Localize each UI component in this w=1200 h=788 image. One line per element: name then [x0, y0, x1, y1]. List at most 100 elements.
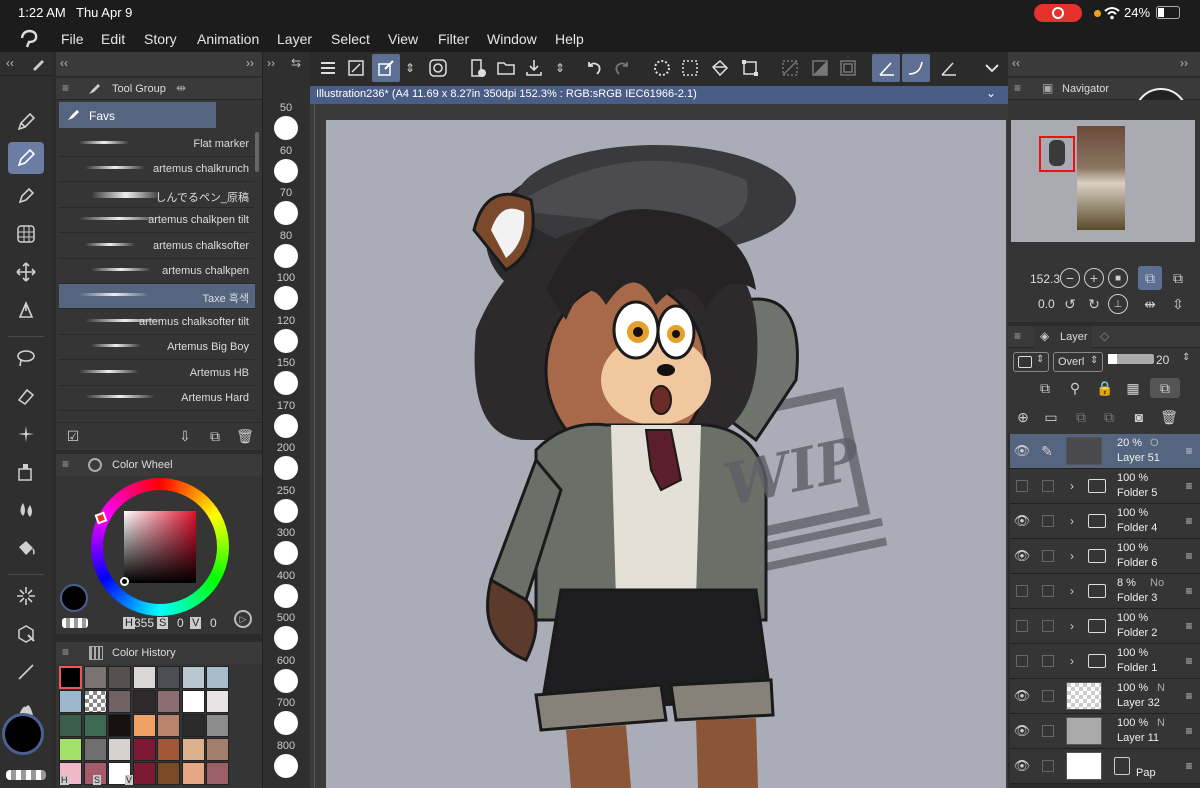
layer-lock-checkbox[interactable]	[1042, 585, 1054, 597]
pencil-tool-icon[interactable]	[8, 180, 44, 212]
brush-size-option[interactable]: 60	[266, 145, 306, 183]
color-history-swatch[interactable]	[157, 714, 180, 737]
folder-expand-icon[interactable]: ›	[1066, 478, 1078, 494]
layer-lock-checkbox[interactable]	[1042, 760, 1054, 772]
brush-item[interactable]: artemus chalkpen tilt	[59, 208, 255, 234]
color-history-swatch[interactable]	[83, 690, 107, 713]
layer-menu-icon[interactable]: ≡	[1182, 618, 1196, 634]
loading-icon[interactable]	[648, 54, 676, 82]
sv-handle[interactable]	[120, 577, 129, 586]
fit-zoom-icon[interactable]: ■	[1108, 268, 1128, 288]
transfer-icon[interactable]: ⧉	[1098, 406, 1120, 428]
sub-tool-settings-icon[interactable]: ☑	[64, 427, 82, 445]
artwork-canvas[interactable]: WIP	[326, 120, 1006, 788]
brush-list-scrollbar[interactable]	[255, 132, 259, 172]
invert-selection-icon[interactable]	[806, 54, 834, 82]
save-icon[interactable]	[520, 54, 548, 82]
canvas-area[interactable]: WIP	[310, 104, 1008, 788]
brush-item[interactable]: artemus chalksofter tilt	[59, 310, 255, 335]
color-history-swatch[interactable]	[181, 762, 205, 785]
main-color-swatch[interactable]	[2, 713, 44, 755]
layer-menu-icon[interactable]: ≡	[1182, 478, 1196, 494]
menu-file[interactable]: File	[61, 31, 84, 47]
brush-size-option[interactable]: 70	[266, 187, 306, 225]
folder-expand-icon[interactable]: ›	[1066, 548, 1078, 564]
screen-record-indicator[interactable]	[1034, 4, 1082, 22]
expand-icon[interactable]: ››	[246, 56, 254, 70]
color-history-swatch[interactable]	[206, 738, 229, 761]
brush-item[interactable]: Artemus Big Boy	[59, 335, 255, 361]
color-history-swatch[interactable]	[132, 762, 156, 785]
bucket-tool-icon[interactable]	[8, 532, 44, 564]
redo-icon[interactable]	[608, 54, 636, 82]
layer-menu-icon[interactable]: ≡	[1182, 548, 1196, 564]
layer-visibility-icon[interactable]	[1016, 655, 1028, 667]
select-all-icon[interactable]	[676, 54, 704, 82]
layer-visibility-icon[interactable]: 👁	[1012, 687, 1032, 705]
menu-edit[interactable]: Edit	[101, 31, 125, 47]
right-collapse-icon[interactable]: ‹‹	[1012, 56, 1020, 70]
undo-icon[interactable]	[580, 54, 608, 82]
navigator-menu-icon[interactable]: ≡	[1014, 81, 1021, 95]
fill-bucket-icon[interactable]	[706, 54, 734, 82]
brush-item[interactable]: artemus chalkpen	[59, 259, 255, 284]
color-history-swatch[interactable]	[157, 738, 180, 761]
layer-property-tab-icon[interactable]: ◇	[1100, 329, 1109, 343]
layer-row[interactable]: › 100 % Folder 5 ≡	[1010, 469, 1200, 504]
brush-item[interactable]: Taxe 흑색	[59, 284, 255, 310]
import-brush-icon[interactable]: ⇩	[176, 427, 194, 445]
layer-visibility-icon[interactable]: 👁	[1012, 442, 1032, 460]
color-history-swatch[interactable]	[157, 690, 180, 713]
rotate-right-icon[interactable]: ↻	[1084, 294, 1104, 314]
new-layer-icon[interactable]: ⊕	[1012, 406, 1034, 428]
brush-size-option[interactable]: 150	[266, 357, 306, 395]
color-history-menu-icon[interactable]: ≡	[62, 645, 69, 659]
brush-item[interactable]: Flat marker	[59, 132, 255, 157]
current-color-swatch[interactable]	[60, 584, 88, 612]
color-history-swatch[interactable]	[108, 666, 131, 689]
collapse-left-icon[interactable]: ‹‹	[6, 56, 14, 70]
color-history-swatch[interactable]	[108, 690, 131, 713]
layer-visibility-icon[interactable]: 👁	[1012, 547, 1032, 565]
opacity-stepper-icon[interactable]: ⇕	[1182, 352, 1190, 363]
tool-settings-icon[interactable]: ⇹	[176, 81, 186, 95]
zoom-value[interactable]: 152.3	[1030, 272, 1060, 286]
special-ruler-icon[interactable]	[934, 54, 962, 82]
flip-vertical-icon[interactable]: ⇳	[1166, 294, 1190, 314]
color-history-swatch[interactable]	[181, 690, 205, 713]
color-history-swatch[interactable]	[132, 690, 156, 713]
opacity-slider[interactable]	[1108, 354, 1154, 364]
layer-lock-checkbox[interactable]	[1042, 515, 1054, 527]
brush-size-option[interactable]: 500	[266, 612, 306, 650]
color-history-swatch[interactable]	[132, 714, 156, 737]
layer-mask-icon[interactable]: ◙	[1128, 406, 1150, 428]
transparent-color-swatch[interactable]	[6, 770, 46, 780]
actual-size-icon[interactable]: ⧉	[1166, 266, 1190, 290]
layer-menu-icon[interactable]: ≡	[1182, 443, 1196, 459]
zoom-out-icon[interactable]: −	[1060, 268, 1080, 288]
layer-row[interactable]: › 100 % Folder 1 ≡	[1010, 644, 1200, 679]
color-history-swatch[interactable]	[157, 762, 180, 785]
brush-size-option[interactable]: 400	[266, 570, 306, 608]
panel-menu-icon[interactable]: ≡	[62, 81, 69, 95]
duplicate-brush-icon[interactable]: ⧉	[206, 427, 224, 445]
vector-pen-tool-icon[interactable]	[8, 294, 44, 326]
color-history-swatch[interactable]	[157, 666, 180, 689]
brush-size-collapse-icon[interactable]: ››	[267, 56, 275, 70]
color-history-swatch[interactable]	[108, 738, 131, 761]
layer-visibility-icon[interactable]: 👁	[1012, 722, 1032, 740]
magic-wand-icon[interactable]	[8, 580, 44, 612]
quick-access-icon[interactable]	[372, 54, 400, 82]
layer-row[interactable]: › 8 % No Folder 3 ≡	[1010, 574, 1200, 609]
delete-brush-icon[interactable]: 🗑	[236, 427, 254, 445]
color-history-swatch[interactable]	[83, 714, 107, 737]
merge-down-icon[interactable]: ⧉	[1070, 406, 1092, 428]
curve-snap-icon[interactable]	[902, 54, 930, 82]
transform-icon[interactable]	[736, 54, 764, 82]
layer-row[interactable]: 👁 Pap ≡	[1010, 749, 1200, 784]
layer-visibility-icon[interactable]	[1016, 620, 1028, 632]
reset-rotation-icon[interactable]: ⊥	[1108, 294, 1128, 314]
layer-visibility-icon[interactable]	[1016, 480, 1028, 492]
fill-tool-icon[interactable]	[8, 456, 44, 488]
layer-row[interactable]: › 100 % Folder 2 ≡	[1010, 609, 1200, 644]
